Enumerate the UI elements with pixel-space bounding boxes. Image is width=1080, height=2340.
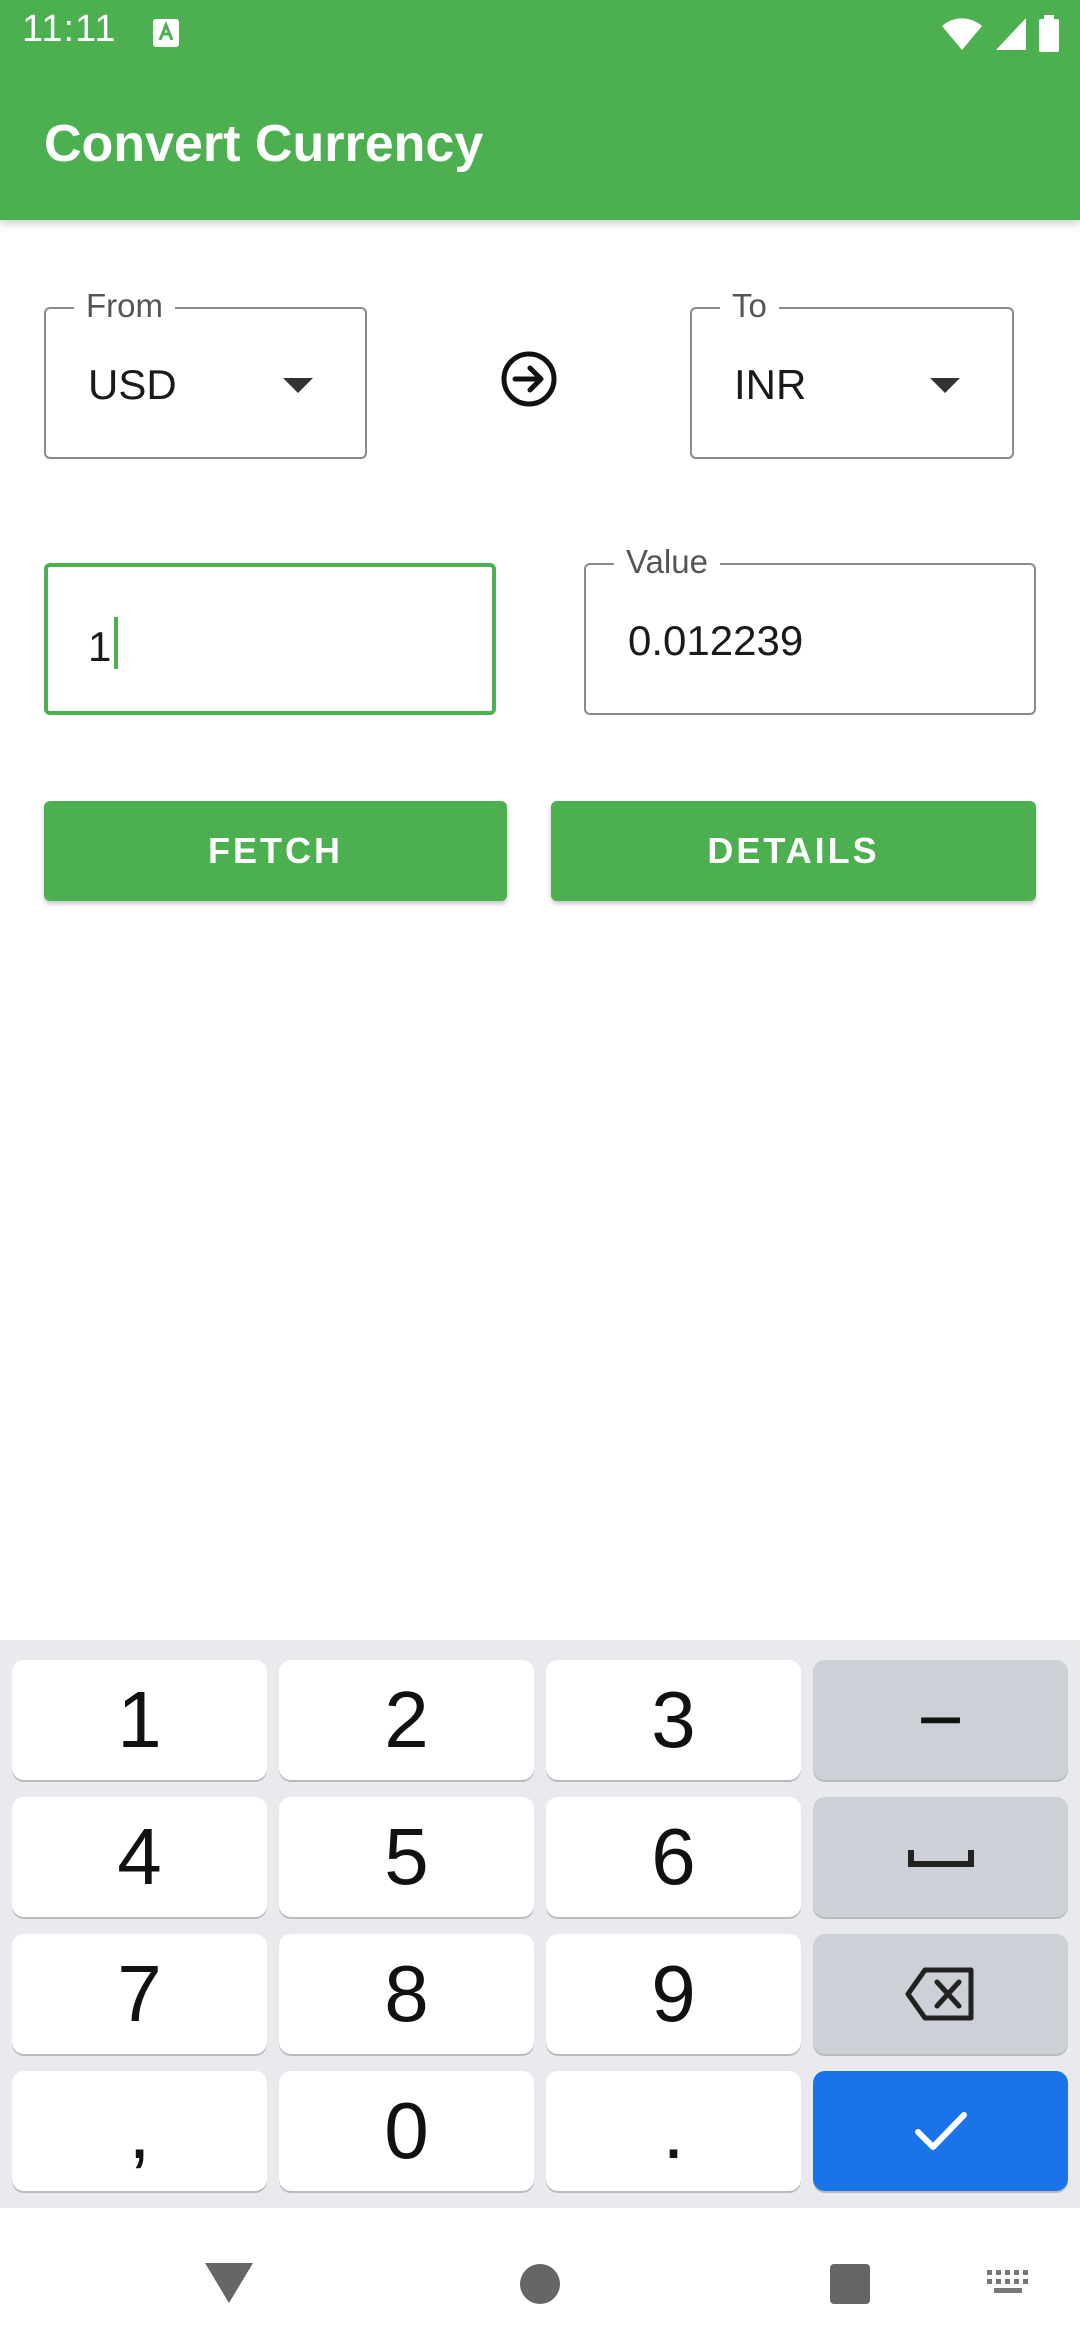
result-value: 0.012239 xyxy=(628,617,804,664)
to-value: INR xyxy=(734,361,807,408)
amount-input[interactable]: 1 xyxy=(44,563,496,715)
to-label: To xyxy=(720,287,779,325)
recents-icon[interactable] xyxy=(830,2264,870,2304)
app-bar: 11:11 Convert Currency xyxy=(0,0,1080,220)
key-minus[interactable]: − xyxy=(813,1660,1068,1780)
chevron-down-icon xyxy=(930,378,960,393)
key-9[interactable]: 9 xyxy=(546,1934,801,2054)
chevron-down-icon xyxy=(283,378,313,393)
key-comma[interactable]: , xyxy=(12,2071,267,2191)
key-5[interactable]: 5 xyxy=(279,1797,534,1917)
arrow-right-circle-icon[interactable] xyxy=(500,350,558,408)
result-field[interactable]: Value 0.012239 xyxy=(584,543,1036,715)
key-2[interactable]: 2 xyxy=(279,1660,534,1780)
status-icons xyxy=(940,14,1060,54)
status-time: 11:11 xyxy=(22,8,117,50)
key-6[interactable]: 6 xyxy=(546,1797,801,1917)
space-icon xyxy=(907,1850,974,1867)
battery-icon xyxy=(1039,15,1059,52)
space-key[interactable] xyxy=(813,1797,1068,1917)
from-value: USD xyxy=(88,361,177,408)
back-icon[interactable] xyxy=(205,2263,253,2303)
key-4[interactable]: 4 xyxy=(12,1797,267,1917)
backspace-key[interactable] xyxy=(813,1934,1068,2054)
wifi-icon xyxy=(942,18,982,50)
key-period[interactable]: . xyxy=(546,2071,801,2191)
navigation-bar xyxy=(0,2208,1080,2340)
key-8[interactable]: 8 xyxy=(279,1934,534,2054)
status-bar: 11:11 xyxy=(0,0,1080,66)
key-7[interactable]: 7 xyxy=(12,1934,267,2054)
text-cursor xyxy=(114,617,119,669)
amount-value: 1 xyxy=(88,623,112,670)
keyboard-switch-icon[interactable] xyxy=(985,2268,1031,2296)
keyboard-a-icon xyxy=(153,19,179,47)
signal-icon xyxy=(996,18,1026,50)
key-3[interactable]: 3 xyxy=(546,1660,801,1780)
details-button[interactable]: DETAILS xyxy=(551,801,1036,901)
from-currency-dropdown[interactable]: From USD xyxy=(44,287,367,459)
from-label: From xyxy=(74,287,175,325)
key-1[interactable]: 1 xyxy=(12,1660,267,1780)
page-title: Convert Currency xyxy=(44,115,484,173)
key-0[interactable]: 0 xyxy=(279,2071,534,2191)
result-label: Value xyxy=(614,543,720,581)
backspace-icon xyxy=(905,1967,973,2021)
check-icon xyxy=(914,2112,967,2150)
home-icon[interactable] xyxy=(520,2264,560,2304)
done-key[interactable] xyxy=(813,2071,1068,2191)
fetch-button[interactable]: FETCH xyxy=(44,801,507,901)
to-currency-dropdown[interactable]: To INR xyxy=(690,287,1014,459)
numeric-keyboard: 1 2 3 − 4 5 6 7 8 9 , 0 . xyxy=(0,1640,1080,2208)
